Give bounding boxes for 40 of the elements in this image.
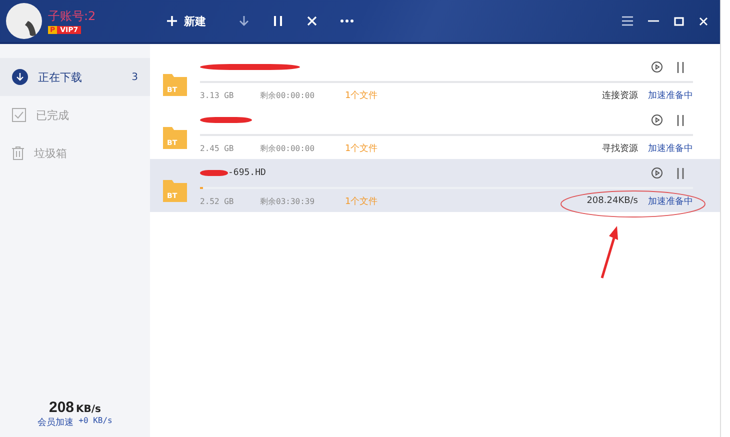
speed-value: 208 xyxy=(48,399,74,416)
pause-icon[interactable] xyxy=(272,15,284,27)
file-size: 2.45 GB xyxy=(200,144,235,152)
menu-icon[interactable] xyxy=(622,16,633,26)
delete-icon[interactable] xyxy=(306,15,318,27)
speed-up-link[interactable]: 加速准备中 xyxy=(648,142,693,154)
time-remaining: 剩余00:00:00 xyxy=(260,142,316,154)
file-size: 2.52 GB xyxy=(200,196,235,206)
more-icon[interactable] xyxy=(340,19,354,23)
new-button[interactable]: 新建 xyxy=(164,12,208,30)
download-icon[interactable] xyxy=(238,15,250,27)
download-icon xyxy=(12,69,28,85)
play-icon[interactable] xyxy=(651,61,663,73)
play-icon[interactable] xyxy=(651,167,663,179)
play-icon[interactable] xyxy=(651,114,663,126)
pause-icon[interactable] xyxy=(676,168,685,178)
vip-speed-link[interactable]: 会员加速 xyxy=(38,416,74,429)
sidebar-item[interactable]: 正在下载 3 xyxy=(0,58,150,96)
close-icon[interactable] xyxy=(699,16,708,26)
file-size: 3.13 GB xyxy=(200,90,235,100)
download-status: 寻找资源 xyxy=(602,144,638,154)
minimize-icon[interactable] xyxy=(648,20,659,22)
speed-up-link[interactable]: 加速准备中 xyxy=(648,88,693,102)
file-name: -695.HD xyxy=(228,168,266,178)
item-count: 3 xyxy=(132,72,138,82)
time-remaining: 剩余00:00:00 xyxy=(260,90,316,100)
speed-up-link[interactable]: 加速准备中 xyxy=(648,194,693,208)
download-status: 连接资源 xyxy=(602,90,638,100)
time-remaining: 剩余03:30:39 xyxy=(260,196,316,206)
trash-icon xyxy=(12,146,24,160)
avatar-icon[interactable] xyxy=(6,3,42,39)
pause-icon[interactable] xyxy=(676,114,685,126)
download-status: 208.24KB/s xyxy=(586,196,638,206)
plus-icon xyxy=(166,15,178,27)
account-name: 子账号:2 xyxy=(48,8,96,25)
vip-speed-value: +0 KB/s xyxy=(78,416,112,427)
pause-icon[interactable] xyxy=(676,62,685,72)
speed-unit: KB/s xyxy=(76,404,101,415)
maximize-icon[interactable] xyxy=(674,16,684,26)
checkbox-icon xyxy=(12,108,26,122)
